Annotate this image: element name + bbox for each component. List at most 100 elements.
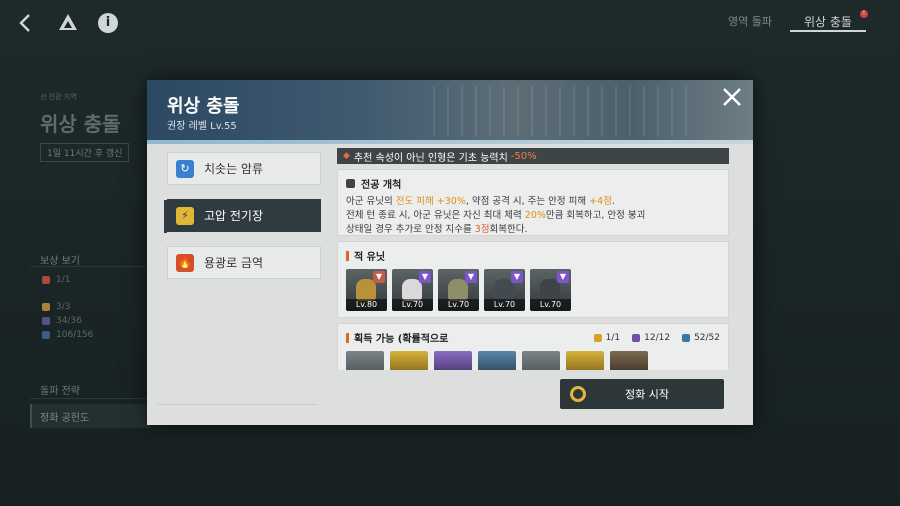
lightning-icon: ⚡ [176,206,194,225]
section-title-text: 적 유닛 [354,252,386,263]
enemy-unit-card[interactable]: ▼ Lv.70 [438,269,479,311]
bg-refresh-timer: 1일 11시간 후 갱신 [40,143,130,162]
reward-item[interactable] [390,351,428,370]
tab-rising-undercurrent[interactable]: ↻ 치솟는 암류 [167,152,321,185]
reward-icon [42,276,50,284]
enemy-units-panel: 적 유닛 ▼ Lv.80 ▼ Lv.70 ▼ Lv.70 ▼ Lv.70 ▼ Lv.70 [337,241,729,318]
reward-count: 52/52 [682,333,720,343]
section-marker [346,250,349,261]
tab-high-voltage-field[interactable]: ⚡ 고압 전기장 [164,199,321,233]
attribute-mark-icon: ▼ [465,271,477,283]
bg-reward-value: 1/1 [56,275,71,285]
reward-count: 1/1 [593,333,620,343]
header-decoration [433,86,693,136]
skill-title: 전공 개척 [346,176,720,191]
reward-count: 12/12 [632,333,670,343]
start-ring-icon [570,386,586,402]
start-purification-button[interactable]: 정화 시작 [560,379,724,409]
back-arrow-icon[interactable] [14,12,36,34]
reward-item[interactable] [610,351,648,370]
reward-item[interactable] [346,351,384,370]
divider [30,398,150,399]
warning-text: 추천 속성이 아닌 인형은 기초 능력치 [353,152,508,164]
notification-badge: ! [860,10,868,18]
bg-reward-value: 34/36 [56,316,82,326]
active-tab-underline [790,30,866,32]
reward-icon [42,317,50,325]
bg-reward-row: 1/1 [42,273,93,287]
skill-panel: 전공 개척 아군 유닛의 전도 피해 +30%, 약점 공격 시, 주는 안정 … [337,169,729,236]
triangle-logo-icon[interactable] [57,12,79,34]
skill-line-2: 전체 턴 종료 시, 아군 유닛은 자신 최대 체력 20%만큼 회복하고, 안… [346,210,646,221]
tab-label: 치솟는 암류 [204,162,264,176]
unit-level: Lv.70 [392,299,433,311]
header-accent-line [147,140,753,144]
skill-description: 아군 유닛의 전도 피해 +30%, 약점 공격 시, 주는 안정 피해 +4점… [346,195,720,237]
swirl-icon: ↻ [176,159,194,178]
reward-item[interactable] [566,351,604,370]
purple-chip-icon [632,333,641,342]
bg-reward-row: 106/156 [42,328,93,342]
bg-left-panel: 선 전환 지역 위상 충돌 1일 11시간 후 갱신 [30,92,150,162]
enemy-unit-card[interactable]: ▼ Lv.70 [392,269,433,311]
attribute-mark-icon: ▼ [557,271,569,283]
reward-icon [42,303,50,311]
bg-strategy-item[interactable]: 정화 공헌도 [30,404,150,428]
bg-reward-row: 34/36 [42,314,93,328]
section-marker [346,332,349,343]
bg-reward-value: 3/3 [56,302,71,312]
attribute-mark-icon: ▼ [511,271,523,283]
tab-label: 고압 전기장 [204,209,264,223]
footer-decoration [157,375,317,405]
top-bar: i 영역 돌파 위상 충돌 ! [0,0,900,46]
skill-line-1: 아군 유닛의 전도 피해 +30%, 약점 공격 시, 주는 안정 피해 +4점… [346,196,615,207]
enemy-unit-card[interactable]: ▼ Lv.70 [530,269,571,311]
tab-furnace-forbidden-zone[interactable]: 🔥 용광로 금역 [167,246,321,279]
tab-phase-clash[interactable]: 위상 충돌 [804,13,852,30]
bg-small-label: 선 전환 지역 [40,93,77,101]
bg-reward-value: 106/156 [56,330,94,340]
attribute-warning: ◆ 추천 속성이 아닌 인형은 기초 능력치 -50% [337,148,729,164]
fire-icon: 🔥 [176,253,194,272]
skill-line-3: 상태일 경우 추가로 안정 지수를 3점회복한다. [346,224,528,235]
rewards-header: 획득 가능 (확률적으로 1/1 12/12 52/52 [346,330,720,345]
zone-details[interactable]: ◆ 추천 속성이 아닌 인형은 기초 능력치 -50% 전공 개척 아군 유닛의… [337,148,729,370]
warning-penalty: -50% [510,150,537,162]
modal-header: 위상 충돌 권장 레벨 Lv.55 [147,80,753,140]
enemy-units-title: 적 유닛 [346,248,720,263]
enemy-unit-list: ▼ Lv.80 ▼ Lv.70 ▼ Lv.70 ▼ Lv.70 ▼ Lv.70 [346,269,720,311]
start-button-label: 정화 시작 [625,388,669,401]
attribute-mark-icon: ▼ [419,271,431,283]
zone-tabs: ↻ 치솟는 암류 ⚡ 고압 전기장 🔥 용광로 금역 [164,152,323,293]
warning-icon: ◆ [343,151,350,161]
close-icon[interactable] [721,86,743,108]
enemy-unit-card[interactable]: ▼ Lv.70 [484,269,525,311]
bg-strategy-section[interactable]: 돌파 전략 [40,382,80,397]
gold-chip-icon [593,333,602,342]
attribute-mark-icon: ▼ [373,271,385,283]
reward-icon [42,331,50,339]
reward-item[interactable] [478,351,516,370]
rewards-panel: 획득 가능 (확률적으로 1/1 12/12 52/52 [337,323,729,370]
unit-level: Lv.70 [484,299,525,311]
reward-item[interactable] [434,351,472,370]
reward-drop-list [346,351,720,370]
bg-reward-section[interactable]: 보상 보기 [40,252,80,267]
bg-reward-row: 3/3 [42,300,93,314]
modal-title: 위상 충돌 [167,96,240,117]
reward-item[interactable] [522,351,560,370]
unit-level: Lv.80 [346,299,387,311]
rewards-title: 획득 가능 (확률적으로 [346,330,448,345]
unit-level: Lv.70 [530,299,571,311]
info-icon[interactable]: i [98,13,118,33]
tab-area-breakthrough[interactable]: 영역 돌파 [728,13,772,29]
phase-clash-modal: 위상 충돌 권장 레벨 Lv.55 ↻ 치솟는 암류 ⚡ 고압 전기장 🔥 용광… [147,80,753,425]
tab-label: 용광로 금역 [204,256,264,270]
section-title-text: 획득 가능 (확률적으로 [354,334,449,345]
recommended-level: 권장 레벨 Lv.55 [167,121,237,132]
reward-counts: 1/1 12/12 52/52 [593,333,720,343]
blue-chip-icon [682,333,691,342]
bg-title: 위상 충돌 [40,112,121,136]
enemy-unit-card[interactable]: ▼ Lv.80 [346,269,387,311]
bg-reward-rows: 1/1 3/3 34/36 106/156 [42,273,93,342]
